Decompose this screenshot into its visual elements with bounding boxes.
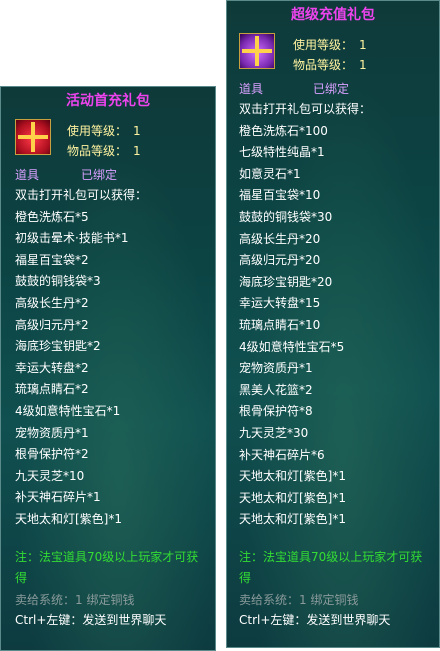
list-item: 补天神石碎片*1 [15,490,101,505]
tooltip-first-recharge-pack: 活动首充礼包 使用等级： 1 物品等级： 1 道具 已绑定 双击打开礼包可以获得： … [0,86,216,651]
list-item: 七级特性纯晶*1 [239,145,325,160]
level-note: 注：法宝道具70级以上玩家才可获得 [15,549,199,586]
list-item: 橙色洗炼石*100 [239,123,328,138]
use-level-value: 1 [359,38,367,52]
list-item: 橙色洗炼石*5 [15,209,89,224]
item-type: 道具 [15,168,40,182]
list-item: 九天灵芝*10 [15,468,85,483]
item-level: 物品等级： 1 [67,141,141,161]
list-item: 宠物资质丹*1 [15,425,89,440]
list-item: 福星百宝袋*10 [239,188,321,203]
contents-list: 双击打开礼包可以获得： 橙色洗炼石*100 七级特性纯晶*1 如意灵石*1 福星百宝袋… [227,99,439,531]
list-item: 4级如意特性宝石*1 [15,403,121,418]
bound-status: 已绑定 [313,82,350,96]
list-item: 高级归元丹*20 [239,253,321,268]
use-level-value: 1 [133,124,141,138]
list-item: 福星百宝袋*2 [15,252,89,267]
sell-price: 卖给系统：1 绑定铜钱 [239,593,359,608]
item-type-row: 道具 已绑定 [227,79,439,99]
item-title: 活动首充礼包 [66,93,150,109]
ctrl-click-hint: Ctrl+左键：发送到世界聊天 [239,613,391,628]
use-level-label: 使用等级： [67,124,128,138]
list-item: 鼓鼓的铜钱袋*30 [239,209,333,224]
use-level-label: 使用等级： [293,38,354,52]
contents-intro: 双击打开礼包可以获得： [15,188,148,202]
list-item: 海底珍宝钥匙*20 [239,274,333,289]
list-item: 天地太和灯[紫色]*1 [15,511,122,526]
item-level-label: 物品等级： [293,58,354,72]
list-item: 宠物资质丹*1 [239,361,313,376]
list-item: 黑美人花篮*2 [239,382,313,397]
item-level-label: 物品等级： [67,144,128,158]
purple-gift-box-icon [239,33,275,69]
list-item: 根骨保护符*8 [239,404,313,419]
list-item: 4级如意特性宝石*5 [239,339,345,354]
ctrl-click-hint: Ctrl+左键：发送到世界聊天 [15,612,167,627]
list-item: 高级归元丹*2 [15,317,89,332]
list-item: 天地太和灯[紫色]*1 [239,469,346,484]
list-item: 天地太和灯[紫色]*1 [239,512,346,527]
list-item: 琉璃点睛石*10 [239,317,321,332]
list-item: 海底珍宝钥匙*2 [15,339,101,354]
item-title: 超级充值礼包 [291,7,375,23]
list-item: 根骨保护符*2 [15,447,89,462]
list-item: 高级长生丹*20 [239,231,321,246]
list-item: 天地太和灯[紫色]*1 [239,490,346,505]
item-level: 物品等级： 1 [293,55,367,75]
contents-intro: 双击打开礼包可以获得： [239,102,372,116]
list-item: 幸运大转盘*15 [239,296,321,311]
contents-list: 双击打开礼包可以获得： 橙色洗炼石*5 初级击晕术·技能书*1 福星百宝袋*2 鼓鼓的… [1,185,215,531]
use-level: 使用等级： 1 [67,121,141,141]
item-type: 道具 [239,82,264,96]
list-item: 鼓鼓的铜钱袋*3 [15,274,101,289]
level-note: 注：法宝道具70级以上玩家才可获得 [239,549,423,586]
sell-price: 卖给系统：1 绑定铜钱 [15,592,135,607]
tooltip-super-recharge-pack: 超级充值礼包 使用等级： 1 物品等级： 1 道具 已绑定 双击打开礼包可以获得： … [226,0,440,648]
item-level-value: 1 [359,58,367,72]
list-item: 初级击晕术·技能书*1 [15,231,129,246]
list-item: 如意灵石*1 [239,166,301,181]
bound-status: 已绑定 [81,168,118,182]
list-item: 九天灵芝*30 [239,425,309,440]
item-type-row: 道具 已绑定 [1,165,215,185]
item-level-value: 1 [133,144,141,158]
list-item: 幸运大转盘*2 [15,360,89,375]
list-item: 琉璃点睛石*2 [15,382,89,397]
red-gift-box-icon [15,119,51,155]
list-item: 高级长生丹*2 [15,295,89,310]
list-item: 补天神石碎片*6 [239,447,325,462]
use-level: 使用等级： 1 [293,35,367,55]
